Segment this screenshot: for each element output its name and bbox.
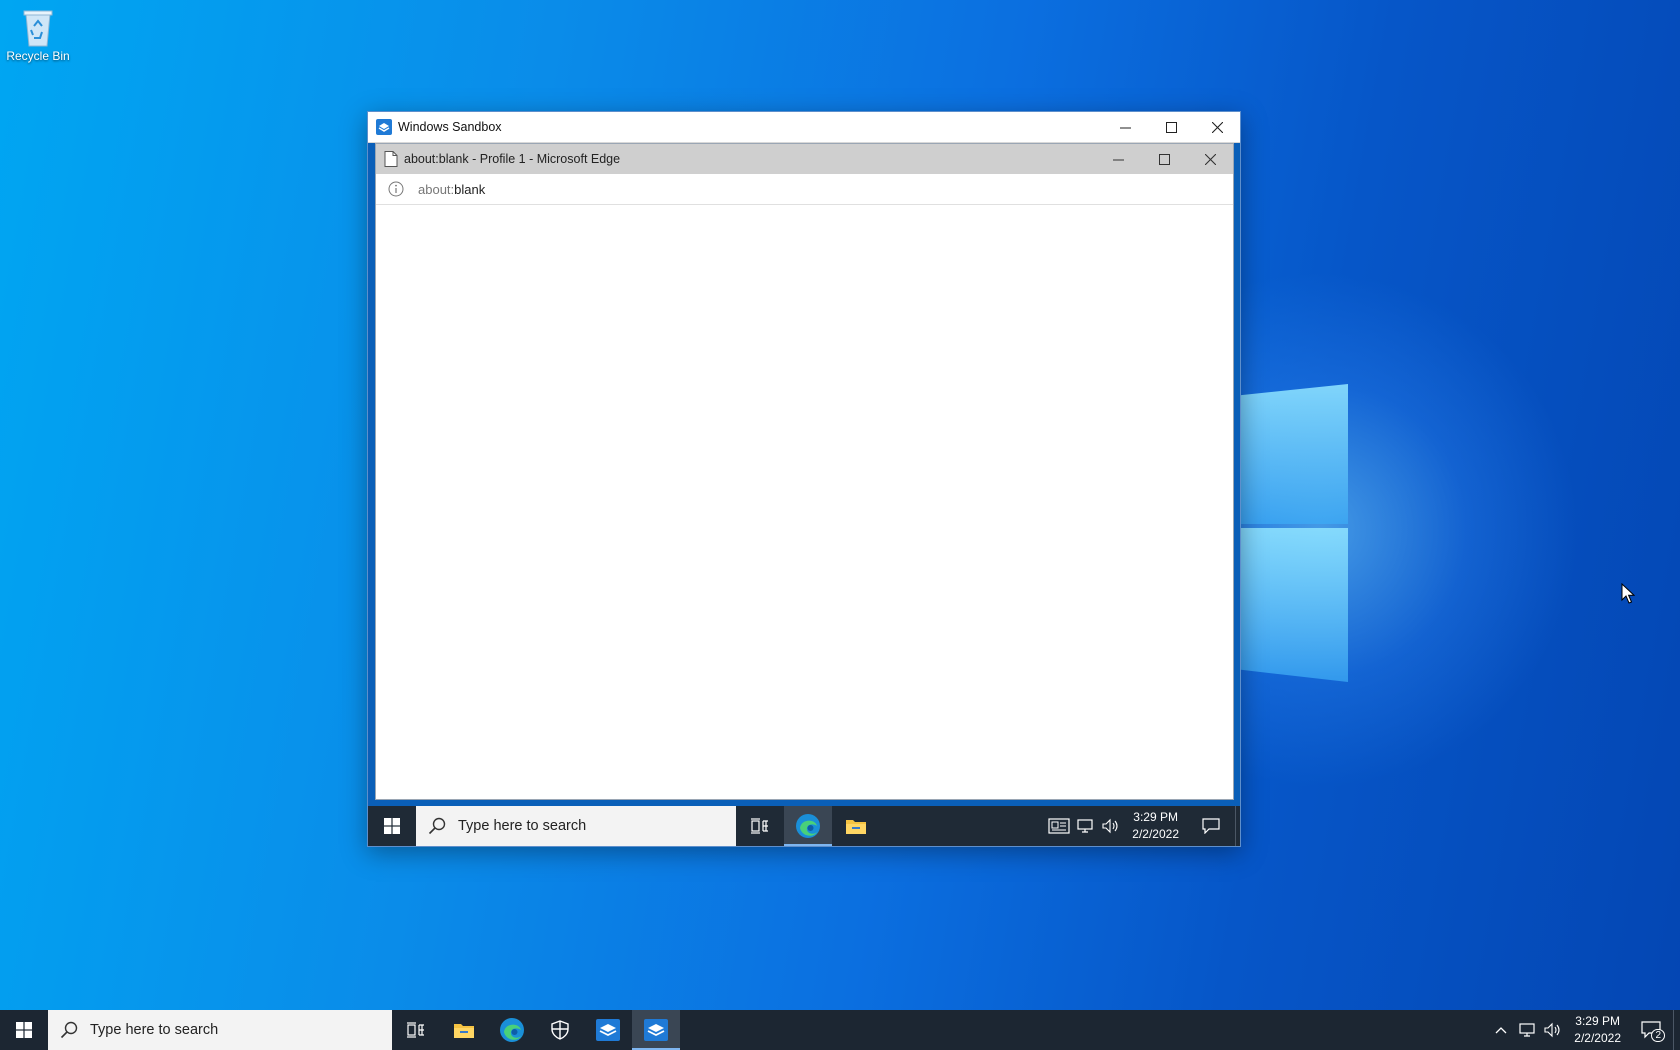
folder-icon (846, 820, 866, 834)
taskbar-windows-sandbox-pinned[interactable] (584, 1010, 632, 1050)
sandbox-date: 2/2/2022 (1132, 827, 1179, 841)
task-view-icon (407, 1022, 424, 1038)
sandbox-search-box[interactable]: Type here to search (416, 806, 736, 846)
sandbox-search-placeholder: Type here to search (458, 818, 587, 834)
edge-minimize-button[interactable] (1095, 144, 1141, 174)
sandbox-title-bar[interactable]: Windows Sandbox (368, 112, 1240, 143)
address-scheme: about: (418, 181, 455, 197)
edge-page-content (376, 205, 1233, 798)
taskbar-file-explorer[interactable] (440, 1010, 488, 1050)
recycle-bin-icon (21, 8, 55, 47)
sandbox-app-icon (376, 119, 392, 135)
sandbox-start-button[interactable] (368, 806, 416, 846)
main-taskbar: Type here to search 3:29 PM 2/2/2022 2 (0, 1010, 1680, 1050)
network-tray[interactable] (1514, 1010, 1540, 1050)
edge-window-title: about:blank - Profile 1 - Microsoft Edge (404, 152, 621, 166)
task-view-button[interactable] (392, 1010, 440, 1050)
sandbox-network-tray[interactable] (1072, 806, 1098, 846)
edge-browser-window: about:blank - Profile 1 - Microsoft Edge… (375, 143, 1234, 800)
address-rest: blank (454, 181, 486, 197)
edge-maximize-button[interactable] (1141, 144, 1187, 174)
minimize-icon (1119, 127, 1131, 128)
volume-tray[interactable] (1540, 1010, 1566, 1050)
taskbar-date: 2/2/2022 (1574, 1031, 1621, 1045)
news-icon (1048, 818, 1070, 834)
sandbox-taskbar: Type here to search 3:29 PM 2/2/2022 (368, 806, 1240, 846)
search-icon (60, 1021, 78, 1039)
sandbox-app-icon (644, 1019, 668, 1041)
taskbar-edge[interactable] (488, 1010, 536, 1050)
close-icon (1211, 121, 1223, 133)
edge-address-bar[interactable]: about:blank (376, 174, 1233, 205)
speaker-icon (1544, 1022, 1560, 1038)
sandbox-taskbar-file-explorer[interactable] (832, 806, 880, 846)
chevron-up-icon (1495, 1027, 1507, 1034)
edge-close-button[interactable] (1187, 144, 1233, 174)
sandbox-clock[interactable]: 3:29 PM 2/2/2022 (1124, 809, 1187, 843)
recycle-bin-label: Recycle Bin (6, 49, 70, 63)
windows-sandbox-window: Windows Sandbox about:blank - Profile 1 … (367, 111, 1241, 847)
speaker-icon (1102, 818, 1118, 834)
windows-start-icon (16, 1022, 32, 1038)
start-button[interactable] (0, 1010, 48, 1050)
maximize-icon (1158, 153, 1170, 165)
notification-count-badge: 2 (1651, 1029, 1665, 1042)
action-center-button[interactable]: 2 (1629, 1010, 1673, 1050)
taskbar-windows-sandbox-running[interactable] (632, 1010, 680, 1050)
minimize-icon (1112, 159, 1124, 160)
edge-browser-icon (500, 1018, 524, 1042)
show-desktop-button[interactable] (1673, 1010, 1680, 1050)
sandbox-task-view-button[interactable] (736, 806, 784, 846)
shield-icon (551, 1020, 569, 1040)
taskbar-search-box[interactable]: Type here to search (48, 1010, 392, 1050)
close-icon (1204, 153, 1216, 165)
taskbar-search-placeholder: Type here to search (90, 1022, 219, 1038)
sandbox-window-title: Windows Sandbox (398, 120, 502, 134)
sandbox-minimize-button[interactable] (1102, 112, 1148, 142)
address-url[interactable]: about:blank (418, 182, 485, 197)
sandbox-maximize-button[interactable] (1148, 112, 1194, 142)
notification-icon (1202, 818, 1220, 834)
sandbox-close-button[interactable] (1194, 112, 1240, 142)
edge-title-bar[interactable]: about:blank - Profile 1 - Microsoft Edge (376, 144, 1233, 174)
network-icon (1519, 1023, 1535, 1037)
sandbox-action-center[interactable] (1187, 806, 1235, 846)
taskbar-time: 3:29 PM (1575, 1014, 1620, 1028)
sandbox-time: 3:29 PM (1133, 810, 1178, 824)
recycle-bin-desktop-icon[interactable]: Recycle Bin (6, 8, 70, 63)
page-document-icon (384, 151, 398, 167)
network-icon (1077, 819, 1093, 833)
folder-icon (454, 1024, 474, 1038)
sandbox-app-icon (596, 1019, 620, 1041)
search-icon (428, 817, 446, 835)
show-hidden-icons-button[interactable] (1488, 1010, 1514, 1050)
taskbar-clock[interactable]: 3:29 PM 2/2/2022 (1566, 1013, 1629, 1047)
sandbox-taskbar-edge[interactable] (784, 806, 832, 846)
taskbar-windows-security[interactable] (536, 1010, 584, 1050)
maximize-icon (1165, 121, 1177, 133)
mouse-cursor-icon (1621, 583, 1635, 604)
sandbox-news-widget[interactable] (1046, 806, 1072, 846)
info-icon[interactable] (388, 181, 404, 197)
sandbox-show-desktop[interactable] (1235, 806, 1240, 846)
sandbox-volume-tray[interactable] (1098, 806, 1124, 846)
windows-logo-wallpaper (1240, 370, 1350, 682)
task-view-icon (751, 818, 768, 834)
windows-start-icon (384, 818, 400, 834)
edge-browser-icon (796, 814, 820, 838)
